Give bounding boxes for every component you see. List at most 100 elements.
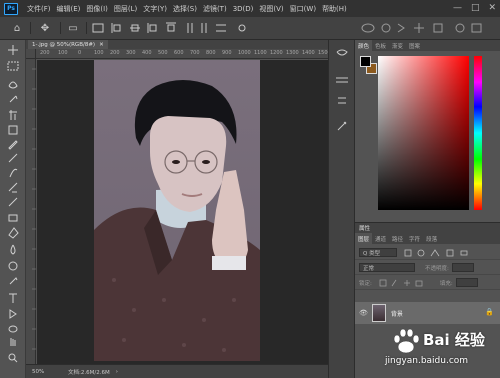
separator <box>30 22 31 34</box>
document-image[interactable] <box>94 60 260 361</box>
tab-patterns[interactable]: 图案 <box>406 40 423 51</box>
healing-brush-tool-icon <box>8 153 18 163</box>
layer-thumbnail <box>371 304 386 322</box>
tab-paths[interactable]: 路径 <box>389 233 406 244</box>
blend-mode-select[interactable]: 正常 <box>359 263 415 272</box>
options-bar: ⌂ ✥ ▭ <box>0 17 500 40</box>
document-tab-bar: 1-.jpg @ 50%(RGB/8#) ✕ <box>26 40 328 49</box>
zoom-level[interactable]: 50% <box>32 369 58 375</box>
tab-gradients[interactable]: 渐变 <box>389 40 406 51</box>
menu-view[interactable]: 视图(V) <box>256 4 286 14</box>
menu-3d[interactable]: 3D(D) <box>230 5 257 13</box>
separator <box>86 22 87 34</box>
close-tab-icon[interactable]: ✕ <box>99 42 104 48</box>
move-tool-icon[interactable]: ✥ <box>36 21 54 35</box>
3d-mode-icons[interactable] <box>360 22 490 34</box>
menu-window[interactable]: 窗口(W) <box>287 4 319 14</box>
path-select-tool-icon <box>9 309 17 319</box>
auto-select-icon[interactable]: ▭ <box>66 21 80 35</box>
lock-row: 锁定: 填充: <box>355 276 500 290</box>
layer-filter-select[interactable]: Q 类型 <box>359 248 397 257</box>
saturation-brightness-picker[interactable] <box>378 56 469 210</box>
eraser-tool-icon <box>8 214 18 222</box>
canvas-area[interactable] <box>37 60 328 364</box>
foreground-color-swatch[interactable] <box>360 56 371 67</box>
layer-name[interactable]: 背景 <box>391 309 403 318</box>
hue-slider[interactable] <box>474 56 482 210</box>
ruler-left <box>26 59 36 364</box>
document-tab[interactable]: 1-.jpg @ 50%(RGB/8#) ✕ <box>28 40 108 49</box>
history-icon <box>336 49 348 56</box>
color-panel-tabs: 颜色 色板 渐变 图案 <box>355 40 500 51</box>
portrait-photo <box>94 80 260 361</box>
quick-select-tool-icon <box>9 95 18 103</box>
tab-color[interactable]: 颜色 <box>355 40 373 51</box>
lock-label: 锁定: <box>359 280 372 287</box>
menu-type[interactable]: 文字(Y) <box>140 4 170 14</box>
dock-icons[interactable] <box>334 48 350 148</box>
tab-paragraph[interactable]: 段落 <box>423 233 440 244</box>
layer-row[interactable]: 👁 背景 🔒 <box>355 302 500 324</box>
align-distribute-icons[interactable] <box>92 22 252 34</box>
properties-panel-header[interactable]: 属性 <box>355 222 500 233</box>
layers-panel: 图层 通道 路径 字符 段落 Q 类型 正常 不透明度: 锁定: 填充: 👁 背… <box>355 233 500 378</box>
ruler-tick: 1500 <box>318 50 328 56</box>
fill-label: 填充: <box>439 280 453 287</box>
ruler-tick: 800 <box>206 50 216 56</box>
ruler-tick: 300 <box>126 50 136 56</box>
clone-stamp-tool-icon <box>8 182 18 193</box>
ruler-tick: 1000 <box>238 50 251 56</box>
minimize-button[interactable]: — <box>453 3 462 13</box>
window-controls: — □ ✕ <box>453 3 496 13</box>
separator <box>60 22 61 34</box>
layer-filter-row: Q 类型 <box>355 246 500 260</box>
properties-label: 属性 <box>359 226 371 232</box>
document-title: 1-.jpg @ 50%(RGB/8#) <box>32 41 96 48</box>
color-panel: 颜色 色板 渐变 图案 <box>355 40 500 222</box>
dodge-tool-icon <box>8 261 18 271</box>
menu-edit[interactable]: 编辑(E) <box>54 4 84 14</box>
ruler-tick: 400 <box>142 50 152 56</box>
pen-tool-icon <box>9 277 18 285</box>
menu-layer[interactable]: 图层(L) <box>111 4 140 14</box>
frame-tool-icon <box>8 125 18 135</box>
ellipse-tool-icon <box>8 325 18 333</box>
menu-filter[interactable]: 滤镜(T) <box>200 4 230 14</box>
ruler-tick: 200 <box>110 50 120 56</box>
paint-bucket-tool-icon <box>8 227 19 239</box>
ruler-tick: 100 <box>94 50 104 56</box>
menu-help[interactable]: 帮助(H) <box>319 4 350 14</box>
tab-channels[interactable]: 通道 <box>372 233 389 244</box>
tab-swatches[interactable]: 色板 <box>372 40 389 51</box>
menu-file[interactable]: 文件(F) <box>24 4 54 14</box>
panel-dock <box>328 40 355 378</box>
menu-select[interactable]: 选择(S) <box>170 4 200 14</box>
ruler-tick: 700 <box>190 50 200 56</box>
ruler-top: 200 100 0 100 200 300 400 500 600 700 80… <box>36 49 328 59</box>
home-icon[interactable]: ⌂ <box>10 21 24 35</box>
tab-character[interactable]: 字符 <box>406 233 423 244</box>
opacity-field[interactable] <box>451 263 474 272</box>
properties-icon <box>338 97 346 104</box>
fill-field[interactable] <box>455 278 478 287</box>
tool-icons[interactable] <box>4 42 22 372</box>
status-arrow-icon[interactable]: › <box>116 369 118 375</box>
menu-bar: Ps 文件(F) 编辑(E) 图像(I) 图层(L) 文字(Y) 选择(S) 滤… <box>0 0 500 17</box>
tab-layers[interactable]: 图层 <box>355 233 373 244</box>
lock-icon[interactable]: 🔒 <box>485 308 494 316</box>
ruler-tick: 200 <box>40 50 50 56</box>
close-button[interactable]: ✕ <box>488 3 496 13</box>
maximize-button[interactable]: □ <box>471 3 480 13</box>
filter-icons[interactable] <box>403 248 493 258</box>
menu-image[interactable]: 图像(I) <box>83 4 111 14</box>
document-info: 文档:2.6M/2.6M <box>68 369 110 376</box>
ruler-corner <box>26 49 36 59</box>
crop-tool-icon <box>9 110 17 120</box>
lock-icons[interactable] <box>378 278 428 288</box>
photoshop-logo: Ps <box>4 2 18 15</box>
eyedropper-tool-icon <box>8 140 18 150</box>
lasso-tool-icon <box>8 81 18 89</box>
ruler-tick: 0 <box>78 50 82 56</box>
opacity-label: 不透明度: <box>425 265 449 272</box>
visibility-eye-icon[interactable]: 👁 <box>359 309 368 317</box>
